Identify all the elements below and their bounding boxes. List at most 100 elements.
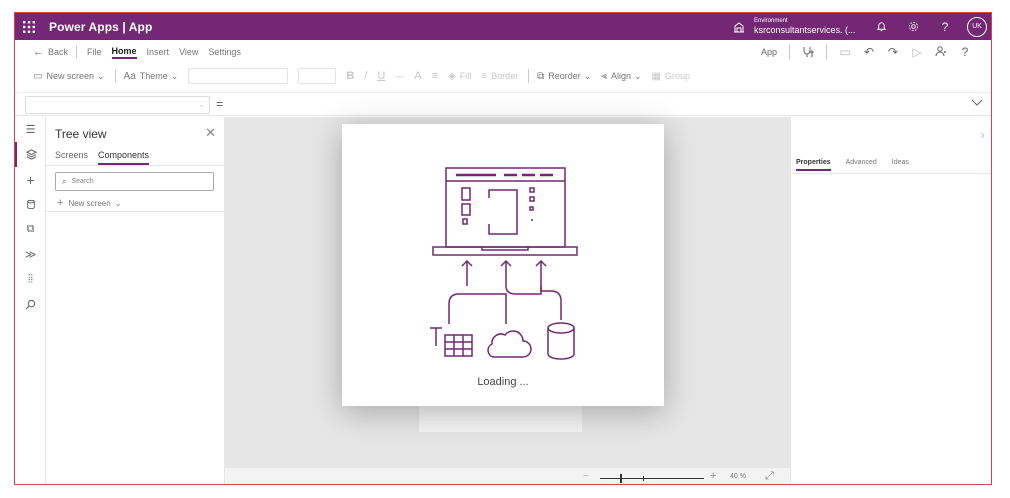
new-screen-link[interactable]: + New screen ⌄ bbox=[57, 197, 121, 209]
new-screen-label: New screen bbox=[46, 71, 94, 81]
expand-formula-icon[interactable] bbox=[971, 96, 983, 110]
group-label: Group bbox=[664, 71, 690, 81]
zoom-slider-thumb[interactable] bbox=[620, 474, 622, 483]
search-icon: ⌕ bbox=[62, 176, 67, 186]
strikethrough-button[interactable]: — bbox=[395, 71, 404, 81]
waffle-icon[interactable] bbox=[15, 13, 43, 40]
design-canvas[interactable]: Loading ... bbox=[225, 117, 790, 467]
app-checker-icon[interactable] bbox=[796, 45, 820, 60]
search-input[interactable]: ⌕ Search bbox=[55, 172, 214, 191]
font-size-select[interactable] bbox=[298, 68, 337, 84]
font-color-button[interactable]: A bbox=[414, 70, 421, 82]
app-label[interactable]: App bbox=[761, 47, 777, 57]
environment-name: ksrconsultantservices. (... bbox=[754, 25, 856, 35]
status-bar: − + 40 % ⤢ bbox=[225, 467, 790, 484]
environment-icon bbox=[732, 20, 746, 34]
toolbar-separator bbox=[114, 69, 116, 83]
chevron-down-icon: ⌄ bbox=[96, 70, 105, 81]
loading-dialog: Loading ... bbox=[342, 124, 664, 406]
zoom-out-button[interactable]: − bbox=[583, 471, 589, 482]
search-icon[interactable] bbox=[15, 292, 46, 317]
menu-home[interactable]: Home bbox=[111, 46, 137, 59]
hamburger-icon[interactable]: ☰ bbox=[15, 117, 46, 142]
chevron-right-icon[interactable]: › bbox=[981, 127, 985, 142]
undo-icon[interactable]: ↶ bbox=[857, 45, 881, 59]
fill-button[interactable]: ◈ Fill bbox=[448, 71, 471, 82]
chevron-down-icon: ⌄ bbox=[633, 70, 642, 81]
plus-icon: + bbox=[57, 197, 64, 209]
equals-sign: = bbox=[216, 97, 224, 111]
reorder-label: Reorder bbox=[548, 71, 581, 81]
tab-properties[interactable]: Properties bbox=[796, 159, 831, 171]
menu-insert[interactable]: Insert bbox=[147, 47, 170, 57]
reorder-button[interactable]: ⧉ Reorder ⌄ bbox=[537, 71, 591, 82]
menu-settings[interactable]: Settings bbox=[208, 47, 241, 57]
zoom-in-button[interactable]: + bbox=[710, 470, 716, 482]
border-button[interactable]: ≡ Border bbox=[481, 71, 518, 82]
properties-panel: › Properties Advanced Ideas bbox=[790, 117, 991, 484]
power-automate-icon[interactable]: ≫ bbox=[15, 242, 46, 267]
divider bbox=[46, 211, 224, 212]
back-label: Back bbox=[48, 47, 69, 57]
environment-label: Environment bbox=[754, 18, 788, 24]
help-icon[interactable]: ? bbox=[953, 45, 977, 59]
share-icon[interactable] bbox=[929, 45, 953, 60]
gear-icon[interactable] bbox=[897, 13, 929, 40]
tab-components[interactable]: Components bbox=[98, 150, 150, 165]
font-family-select[interactable] bbox=[188, 68, 289, 84]
menu-file[interactable]: File bbox=[87, 47, 102, 57]
toolbar-separator-2 bbox=[528, 69, 530, 83]
screen-icon: ▭ bbox=[33, 70, 43, 82]
formula-bar: ⌄ = bbox=[15, 92, 991, 116]
menu-view[interactable]: View bbox=[179, 47, 198, 57]
app-title: Power Apps | App bbox=[49, 19, 153, 34]
divider bbox=[791, 173, 991, 174]
environment-picker[interactable]: Environment ksrconsultantservices. (... bbox=[732, 13, 856, 40]
italic-button[interactable]: / bbox=[364, 70, 367, 82]
theme-button[interactable]: Aa Theme ⌄ bbox=[124, 71, 179, 82]
tab-advanced[interactable]: Advanced bbox=[846, 159, 877, 171]
fit-to-window-icon[interactable]: ⤢ bbox=[765, 470, 774, 483]
align-label: Align bbox=[610, 71, 631, 81]
text-align-button[interactable]: ≡ bbox=[432, 70, 438, 82]
menu-right-separator bbox=[789, 44, 790, 60]
divider bbox=[46, 165, 224, 166]
media-icon[interactable]: ⧉ bbox=[15, 217, 46, 242]
play-icon[interactable]: ▷ bbox=[905, 45, 929, 59]
tree-view-icon[interactable] bbox=[15, 142, 46, 167]
left-rail: ☰ + ⧉ ≫ ⦙⦙ bbox=[15, 117, 46, 484]
underline-button[interactable]: U bbox=[377, 70, 385, 82]
comment-icon[interactable]: ▭ bbox=[833, 45, 857, 59]
group-icon: ▦ bbox=[651, 70, 661, 82]
align-button[interactable]: ⫷ Align ⌄ bbox=[601, 71, 641, 82]
tree-view-title: Tree view bbox=[55, 127, 107, 141]
tab-screens[interactable]: Screens bbox=[55, 150, 88, 165]
theme-icon: Aa bbox=[123, 70, 136, 82]
command-toolbar: ▭ New screen ⌄ Aa Theme ⌄ B / U — A ≡ ◈ … bbox=[15, 64, 991, 88]
chevron-down-icon: ⌄ bbox=[170, 70, 179, 81]
variables-icon[interactable]: ⦙⦙ bbox=[15, 267, 46, 292]
zoom-value: 40 % bbox=[730, 473, 746, 480]
chevron-down-icon: ⌄ bbox=[114, 198, 122, 208]
reorder-icon: ⧉ bbox=[537, 70, 545, 82]
data-icon[interactable] bbox=[15, 192, 46, 217]
redo-icon[interactable]: ↷ bbox=[881, 45, 905, 59]
property-dropdown[interactable]: ⌄ bbox=[25, 96, 210, 114]
group-button[interactable]: ▦ Group bbox=[652, 71, 690, 82]
fill-bucket-icon: ◈ bbox=[448, 70, 456, 82]
bell-icon[interactable] bbox=[865, 13, 897, 40]
align-icon: ⫷ bbox=[601, 70, 607, 82]
help-icon[interactable]: ? bbox=[929, 13, 961, 40]
tab-ideas[interactable]: Ideas bbox=[892, 159, 909, 171]
bold-button[interactable]: B bbox=[346, 70, 354, 82]
theme-label: Theme bbox=[139, 71, 168, 81]
avatar[interactable]: UK bbox=[967, 16, 987, 37]
close-icon[interactable]: ✕ bbox=[205, 125, 216, 141]
zoom-slider[interactable] bbox=[600, 478, 704, 479]
back-arrow-icon: ← bbox=[33, 46, 44, 58]
new-screen-button[interactable]: ▭ New screen ⌄ bbox=[33, 71, 105, 82]
insert-icon[interactable]: + bbox=[15, 167, 46, 192]
chevron-down-icon: ⌄ bbox=[583, 70, 592, 81]
new-screen-text: New screen bbox=[68, 198, 111, 208]
back-button[interactable]: ← Back bbox=[33, 46, 68, 58]
